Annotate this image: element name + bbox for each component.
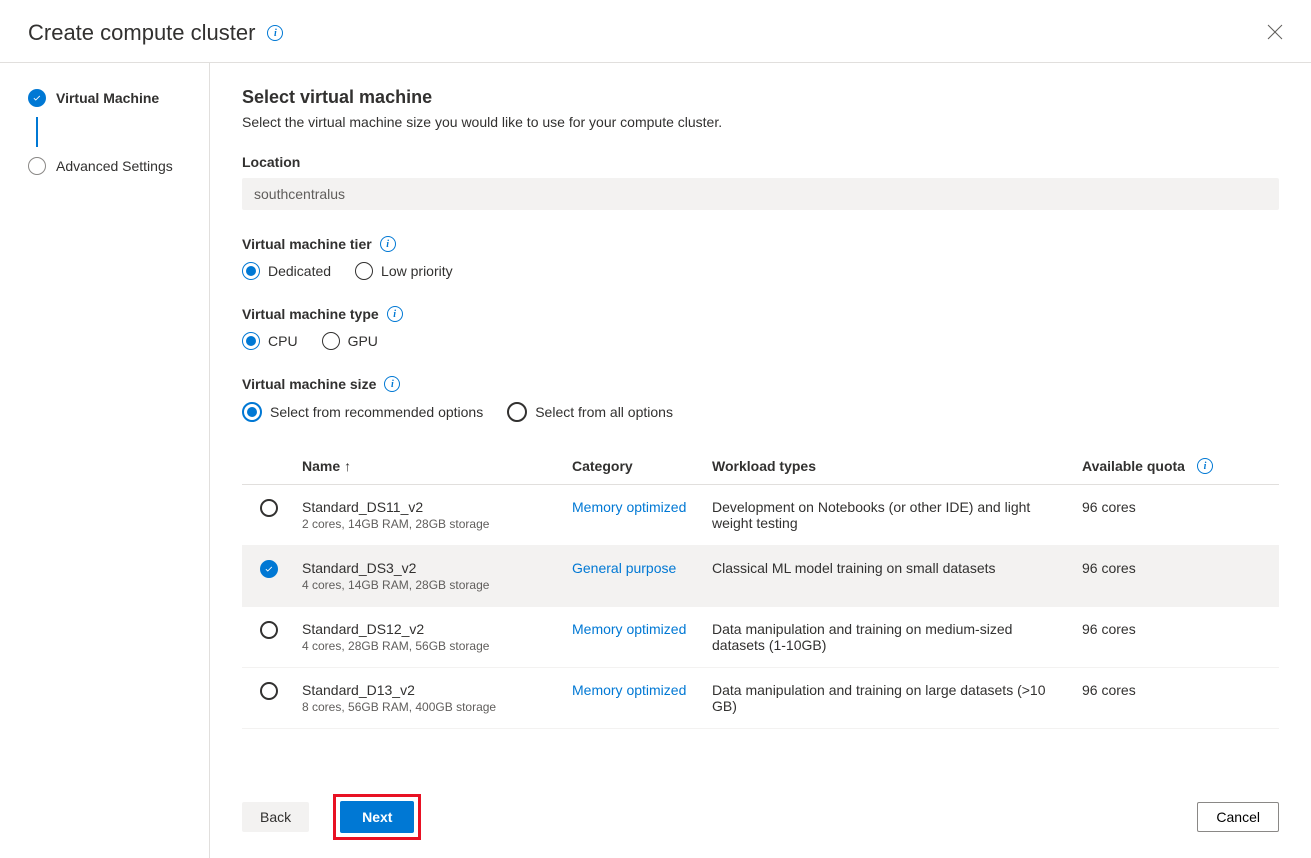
back-button[interactable]: Back [242,802,309,832]
vm-workload: Data manipulation and training on medium… [712,621,1082,653]
location-label: Location [242,154,1279,170]
radio-icon [355,262,373,280]
size-option-all[interactable]: Select from all options [507,402,673,422]
section-heading: Select virtual machine [242,87,1279,108]
radio-label: Select from all options [535,404,673,420]
tier-option-dedicated[interactable]: Dedicated [242,262,331,280]
tier-label: Virtual machine tier [242,236,372,252]
vm-workload: Development on Notebooks (or other IDE) … [712,499,1082,531]
type-option-gpu[interactable]: GPU [322,332,378,350]
vm-name: Standard_DS12_v2 [302,621,572,637]
radio-label: GPU [348,333,378,349]
vm-quota: 96 cores [1082,499,1272,515]
circle-icon [28,157,46,175]
type-label: Virtual machine type [242,306,379,322]
vm-quota: 96 cores [1082,560,1272,576]
table-row[interactable]: Standard_D13_v2 8 cores, 56GB RAM, 400GB … [242,668,1279,729]
close-button[interactable] [1267,24,1283,43]
next-button[interactable]: Next [340,801,414,833]
step-label: Virtual Machine [56,90,159,106]
table-row[interactable]: Standard_DS11_v2 2 cores, 14GB RAM, 28GB … [242,485,1279,546]
sort-asc-icon: ↑ [344,458,351,474]
radio-icon [322,332,340,350]
page-title: Create compute cluster [28,20,255,46]
vm-quota: 96 cores [1082,621,1272,637]
radio-label: Low priority [381,263,453,279]
info-icon[interactable]: i [384,376,400,392]
radio-icon [242,262,260,280]
vm-specs: 4 cores, 14GB RAM, 28GB storage [302,578,572,592]
size-option-recommended[interactable]: Select from recommended options [242,402,483,422]
section-subtitle: Select the virtual machine size you woul… [242,114,1279,130]
row-radio[interactable] [260,499,278,517]
vm-workload: Data manipulation and training on large … [712,682,1082,714]
highlight-annotation: Next [333,794,421,840]
step-connector [36,117,38,147]
radio-icon [242,402,262,422]
info-icon[interactable]: i [380,236,396,252]
vm-workload: Classical ML model training on small dat… [712,560,1082,576]
vm-category[interactable]: Memory optimized [572,621,686,637]
step-label: Advanced Settings [56,158,173,174]
vm-size-table: Name↑ Category Workload types Available … [242,448,1279,729]
type-option-cpu[interactable]: CPU [242,332,298,350]
col-name[interactable]: Name↑ [302,458,572,474]
vm-quota: 96 cores [1082,682,1272,698]
vm-category[interactable]: Memory optimized [572,682,686,698]
vm-category[interactable]: General purpose [572,560,676,576]
modal-header: Create compute cluster i [0,0,1311,63]
step-advanced-settings[interactable]: Advanced Settings [28,151,209,181]
location-input: southcentralus [242,178,1279,210]
vm-name: Standard_DS11_v2 [302,499,572,515]
check-icon [28,89,46,107]
vm-category[interactable]: Memory optimized [572,499,686,515]
row-radio[interactable] [260,560,278,578]
footer: Back Next Cancel [210,780,1311,858]
radio-icon [242,332,260,350]
vm-specs: 4 cores, 28GB RAM, 56GB storage [302,639,572,653]
main-content: Select virtual machine Select the virtua… [210,63,1311,780]
vm-name: Standard_D13_v2 [302,682,572,698]
size-label: Virtual machine size [242,376,376,392]
info-icon[interactable]: i [387,306,403,322]
info-icon[interactable]: i [1197,458,1213,474]
col-category[interactable]: Category [572,458,712,474]
col-workload[interactable]: Workload types [712,458,1082,474]
vm-specs: 2 cores, 14GB RAM, 28GB storage [302,517,572,531]
cancel-button[interactable]: Cancel [1197,802,1279,832]
info-icon[interactable]: i [267,25,283,41]
radio-label: Dedicated [268,263,331,279]
radio-label: Select from recommended options [270,404,483,420]
row-radio[interactable] [260,621,278,639]
col-quota[interactable]: Available quota [1082,458,1185,474]
row-radio[interactable] [260,682,278,700]
step-virtual-machine[interactable]: Virtual Machine [28,83,209,113]
tier-option-low-priority[interactable]: Low priority [355,262,453,280]
radio-icon [507,402,527,422]
vm-name: Standard_DS3_v2 [302,560,572,576]
vm-specs: 8 cores, 56GB RAM, 400GB storage [302,700,572,714]
table-row[interactable]: Standard_DS12_v2 4 cores, 28GB RAM, 56GB … [242,607,1279,668]
table-row[interactable]: Standard_DS3_v2 4 cores, 14GB RAM, 28GB s… [242,546,1279,607]
wizard-sidebar: Virtual Machine Advanced Settings [0,63,210,858]
radio-label: CPU [268,333,298,349]
